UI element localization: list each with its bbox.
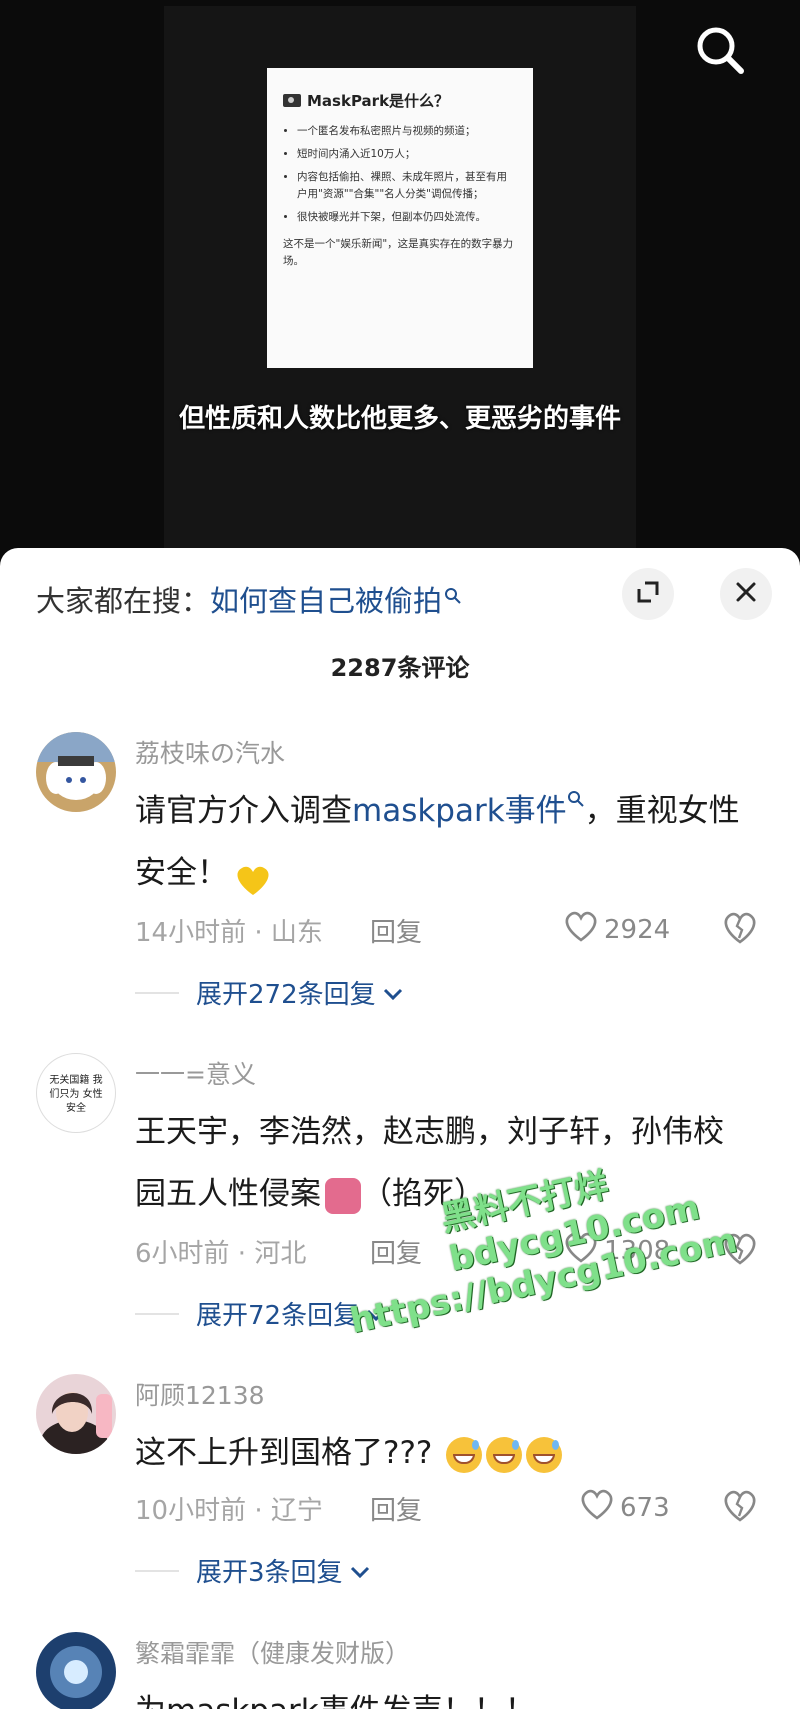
avatar[interactable] — [36, 732, 116, 812]
grinning-sweat-emoji-icon — [526, 1436, 563, 1473]
comment-text: 为maskpark事件发声！！！ — [135, 1680, 745, 1709]
dislike-button[interactable] — [720, 908, 760, 948]
search-icon — [567, 791, 584, 807]
divider — [135, 1570, 179, 1572]
comment-count: 2287条评论 — [330, 654, 470, 682]
like-button[interactable]: 2924 — [562, 908, 670, 951]
hug-emoji-icon — [325, 1177, 361, 1214]
expand-replies-button[interactable]: 展开72条回复 — [196, 1295, 387, 1332]
search-icon — [444, 578, 462, 612]
chevron-down-icon — [349, 1556, 371, 1586]
yellow-heart-emoji-icon — [232, 857, 274, 895]
dislike-button[interactable] — [720, 1486, 760, 1526]
doc-card-bullet: 内容包括偷拍、裸照、未成年照片，甚至有用户用"资源""合集""名人分类"调侃传播… — [297, 169, 517, 203]
like-count: 673 — [620, 1492, 670, 1523]
reply-button[interactable]: 回复 — [370, 1490, 422, 1527]
expand-replies-button[interactable]: 展开3条回复 — [196, 1552, 371, 1589]
comment-time-location: 14小时前 · 山东 — [135, 918, 323, 948]
comment-text: 这不上升到国格了??? — [135, 1422, 745, 1484]
comment-time-location: 6小时前 · 河北 — [135, 1239, 307, 1269]
doc-card-title: MaskPark是什么？ — [307, 92, 450, 110]
close-icon — [734, 580, 758, 608]
expand-replies-label: 展开272条回复 — [196, 980, 376, 1010]
video-document-card: MaskPark是什么？ 一个匿名发布私密照片与视频的频道； 短时间内涌入近10… — [267, 68, 533, 368]
broken-heart-icon — [720, 912, 760, 950]
like-button[interactable]: 1308 — [562, 1229, 670, 1272]
expand-replies-label: 展开72条回复 — [196, 1301, 360, 1331]
topic-link[interactable]: maskpark事件 — [352, 791, 585, 829]
doc-card-footer: 这不是一个"娱乐新闻"，这是真实存在的数字暴力场。 — [283, 238, 514, 267]
expand-icon — [635, 579, 661, 609]
comment-sheet: 大家都在搜：如何查自己被偷拍 2287条评论 荔枝味の汽水 请官方介入调查mas… — [0, 548, 800, 1709]
comment-text-part: （掐死） — [361, 1176, 485, 1212]
doc-card-bullet: 一个匿名发布私密照片与视频的频道； — [297, 123, 517, 140]
comment-text-part: 为maskpark事件发声！！！ — [135, 1693, 536, 1709]
divider — [135, 992, 179, 994]
doc-card-bullet: 短时间内涌入近10万人； — [297, 146, 517, 163]
search-suggestion-prefix: 大家都在搜： — [36, 584, 211, 618]
chevron-down-icon — [365, 1299, 387, 1329]
doc-card-bullet: 很快被曝光并下架，但副本仍四处流传。 — [297, 209, 517, 226]
search-suggestion[interactable]: 大家都在搜：如何查自己被偷拍 — [36, 578, 462, 620]
doc-card-list: 一个匿名发布私密照片与视频的频道； 短时间内涌入近10万人； 内容包括偷拍、裸照… — [283, 123, 517, 226]
grinning-sweat-emoji-icon — [446, 1436, 483, 1473]
expand-replies-button[interactable]: 展开272条回复 — [196, 974, 404, 1011]
broken-heart-icon — [720, 1490, 760, 1528]
fullscreen-button[interactable] — [622, 568, 674, 620]
search-icon[interactable] — [690, 20, 750, 80]
heart-icon — [562, 1229, 600, 1272]
avatar-text: 无关国籍 我们只为 女性安全 — [49, 1075, 103, 1114]
comment-text: 王天宇，李浩然，赵志鹏，刘子轩，孙伟校园五人性侵案 （掐死） — [135, 1101, 745, 1225]
expand-replies-label: 展开3条回复 — [196, 1558, 343, 1588]
video-subtitle: 但性质和人数比他更多、更恶劣的事件 — [178, 404, 621, 434]
comment-username[interactable]: 繁霜霏霏（健康发财版） — [135, 1634, 410, 1670]
divider — [135, 1313, 179, 1315]
heart-icon — [562, 908, 600, 951]
grinning-sweat-emoji-icon — [486, 1436, 523, 1473]
comment-text: 请官方介入调查maskpark事件 ，重视女性安全！ — [135, 780, 745, 904]
reply-button[interactable]: 回复 — [370, 912, 422, 949]
search-suggestion-keyword[interactable]: 如何查自己被偷拍 — [210, 584, 442, 618]
camera-icon — [283, 94, 301, 107]
comment-text-part: 请官方介入调查 — [135, 793, 352, 829]
heart-icon — [578, 1486, 616, 1529]
like-button[interactable]: 673 — [578, 1486, 670, 1529]
reply-button[interactable]: 回复 — [370, 1233, 422, 1270]
video-player[interactable]: MaskPark是什么？ 一个匿名发布私密照片与视频的频道； 短时间内涌入近10… — [0, 0, 800, 560]
like-count: 1308 — [604, 1235, 671, 1266]
dislike-button[interactable] — [720, 1229, 760, 1269]
comment-time-location: 10小时前 · 辽宁 — [135, 1496, 323, 1526]
chevron-down-icon — [382, 978, 404, 1008]
comment-text-part: 这不上升到国格了??? — [135, 1435, 433, 1471]
avatar[interactable] — [36, 1632, 116, 1709]
broken-heart-icon — [720, 1233, 760, 1271]
comment-username[interactable]: 一一=意义 — [135, 1055, 256, 1091]
topic-link-label: maskpark事件 — [352, 793, 567, 829]
close-button[interactable] — [720, 568, 772, 620]
comment-username[interactable]: 荔枝味の汽水 — [135, 734, 285, 770]
like-count: 2924 — [604, 914, 671, 945]
comment-username[interactable]: 阿顾12138 — [135, 1376, 265, 1412]
avatar[interactable]: 无关国籍 我们只为 女性安全 — [36, 1053, 116, 1133]
avatar[interactable] — [36, 1374, 116, 1454]
